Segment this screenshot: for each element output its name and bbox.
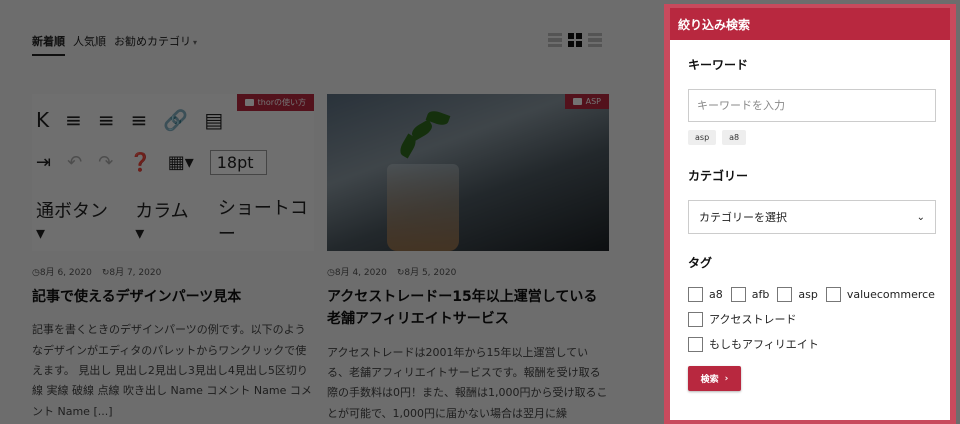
published-date: ◷8月 4, 2020 bbox=[327, 268, 387, 278]
tab-newest[interactable]: 新着順 bbox=[32, 33, 65, 56]
article-dates: ◷8月 6, 2020 ↻8月 7, 2020 bbox=[32, 265, 314, 278]
undo-icon: ↶ bbox=[67, 152, 83, 173]
link-icon: 🔗 bbox=[163, 108, 189, 132]
tag-row: a8 afb asp valuecommerce bbox=[688, 287, 935, 302]
folder-icon bbox=[572, 98, 582, 105]
tag-checkbox-asp[interactable]: asp bbox=[777, 287, 818, 302]
tag-checkbox-moshimo[interactable]: もしもアフィリエイト bbox=[688, 336, 819, 352]
font-size-field: 18pt bbox=[209, 150, 267, 175]
filter-form: キーワード asp a8 カテゴリー カテゴリーを選択 ⌄ タグ a8 afb … bbox=[670, 40, 950, 391]
tag-checkbox-accesstrade[interactable]: アクセストレード bbox=[688, 311, 796, 327]
category-label: thorの使い方 bbox=[257, 98, 306, 107]
category-select[interactable]: カテゴリーを選択 ⌄ bbox=[688, 200, 936, 234]
grid-view-icon[interactable] bbox=[568, 33, 582, 47]
folder-icon bbox=[244, 99, 254, 106]
toolbar-menu: ショートコー bbox=[217, 198, 308, 245]
coin-jar-image bbox=[387, 108, 459, 251]
tab-recommended-category[interactable]: お勧めカテゴリ ▾ bbox=[114, 33, 197, 56]
align-center-icon: ≡ bbox=[97, 108, 115, 132]
published-date: ◷8月 6, 2020 bbox=[32, 268, 92, 278]
tag-label: タグ bbox=[688, 256, 713, 270]
tag-checkbox-valuecommerce[interactable]: valuecommerce bbox=[825, 287, 935, 302]
updated-date: ↻8月 7, 2020 bbox=[101, 268, 162, 278]
article-dates: ◷8月 4, 2020 ↻8月 5, 2020 bbox=[327, 265, 609, 278]
checkbox[interactable] bbox=[688, 287, 703, 302]
keyword-chip[interactable]: a8 bbox=[722, 130, 747, 145]
article-card[interactable]: K ≡ ≡ ≡ 🔗 ▤ ⇥ ↶ ↷ ❓ ▦▾ 18pt 通ボタン ▾ カラム ▾… bbox=[32, 94, 314, 422]
category-label: ASP bbox=[585, 97, 601, 106]
category-badge[interactable]: ASP bbox=[564, 94, 609, 109]
checkbox[interactable] bbox=[730, 287, 746, 302]
tag-checkbox-afb[interactable]: afb bbox=[730, 287, 769, 302]
tag-row: アクセストレード bbox=[688, 311, 932, 327]
redo-icon: ↷ bbox=[98, 152, 114, 173]
toolbar-glyph: K bbox=[36, 108, 50, 132]
tab-recommended-label: お勧めカテゴリ bbox=[114, 35, 191, 48]
chevron-right-icon: › bbox=[724, 373, 729, 384]
filter-modal: 絞り込み検索 キーワード asp a8 カテゴリー カテゴリーを選択 ⌄ タグ … bbox=[664, 4, 956, 424]
tag-row: もしもアフィリエイト bbox=[688, 336, 932, 352]
toolbar-menu: カラム ▾ bbox=[135, 200, 189, 244]
updated-date: ↻8月 5, 2020 bbox=[396, 268, 457, 278]
tab-popular[interactable]: 人気順 bbox=[73, 33, 106, 56]
help-icon: ❓ bbox=[129, 152, 152, 173]
chevron-down-icon: ▾ bbox=[193, 38, 198, 47]
keyword-input[interactable] bbox=[688, 89, 936, 122]
search-submit-button[interactable]: 検索 › bbox=[688, 366, 741, 391]
checkbox[interactable] bbox=[688, 311, 703, 327]
align-left-icon: ≡ bbox=[65, 108, 82, 132]
category-select-value: カテゴリーを選択 bbox=[699, 211, 787, 224]
editor-toolbar-row: ⇥ ↶ ↷ ❓ ▦▾ 18pt bbox=[36, 150, 267, 175]
article-excerpt: 記事を書くときのデザインパーツの例です。以下のようなデザインがエディタのパレット… bbox=[32, 323, 312, 418]
indent-icon: ⇥ bbox=[36, 152, 52, 173]
toolbar-menu: 通ボタン ▾ bbox=[36, 200, 108, 244]
article-title[interactable]: 記事で使えるデザインパーツ見本 bbox=[32, 286, 314, 308]
category-label: カテゴリー bbox=[688, 169, 749, 183]
article-list-panel: 新着順 人気順 お勧めカテゴリ ▾ K ≡ ≡ ≡ 🔗 ▤ ⇥ ↶ ↷ ❓ ▦▾… bbox=[14, 8, 634, 424]
article-thumbnail[interactable]: ASP bbox=[327, 94, 609, 251]
checkbox[interactable] bbox=[688, 336, 703, 352]
chevron-down-icon: ⌄ bbox=[916, 211, 925, 223]
align-right-icon: ≡ bbox=[130, 108, 148, 132]
rows-view-icon[interactable] bbox=[588, 33, 602, 47]
filter-modal-panel: 絞り込み検索 キーワード asp a8 カテゴリー カテゴリーを選択 ⌄ タグ … bbox=[670, 8, 950, 420]
article-card[interactable]: ASP ◷8月 4, 2020 ↻8月 5, 2020 アクセストレードー15年… bbox=[327, 94, 609, 424]
article-title[interactable]: アクセストレードー15年以上運営している老舗アフィリエイトサービス bbox=[327, 286, 609, 331]
tag-checkbox-a8[interactable]: a8 bbox=[688, 287, 723, 302]
view-switcher bbox=[548, 33, 602, 47]
checkbox[interactable] bbox=[825, 287, 841, 302]
category-badge[interactable]: thorの使い方 bbox=[236, 94, 314, 111]
keyword-suggestions: asp a8 bbox=[688, 130, 932, 145]
editor-toolbar-row: K ≡ ≡ ≡ 🔗 ▤ bbox=[36, 108, 223, 132]
modal-title: 絞り込み検索 bbox=[670, 8, 950, 40]
checkbox[interactable] bbox=[777, 287, 793, 302]
list-view-icon[interactable] bbox=[548, 33, 562, 47]
keyword-label: キーワード bbox=[688, 58, 749, 72]
sort-tabs: 新着順 人気順 お勧めカテゴリ ▾ bbox=[32, 33, 197, 56]
table-icon: ▤ bbox=[204, 108, 224, 132]
article-excerpt: アクセストレードは2001年から15年以上運営している、老舗アフィリエイトサービ… bbox=[327, 345, 608, 420]
editor-toolbar-row: 通ボタン ▾ カラム ▾ ショートコー bbox=[36, 194, 314, 246]
keyword-chip[interactable]: asp bbox=[688, 130, 717, 145]
search-submit-label: 検索 bbox=[700, 375, 719, 385]
article-thumbnail[interactable]: K ≡ ≡ ≡ 🔗 ▤ ⇥ ↶ ↷ ❓ ▦▾ 18pt 通ボタン ▾ カラム ▾… bbox=[32, 94, 314, 251]
grid-table-icon: ▦▾ bbox=[167, 152, 194, 173]
